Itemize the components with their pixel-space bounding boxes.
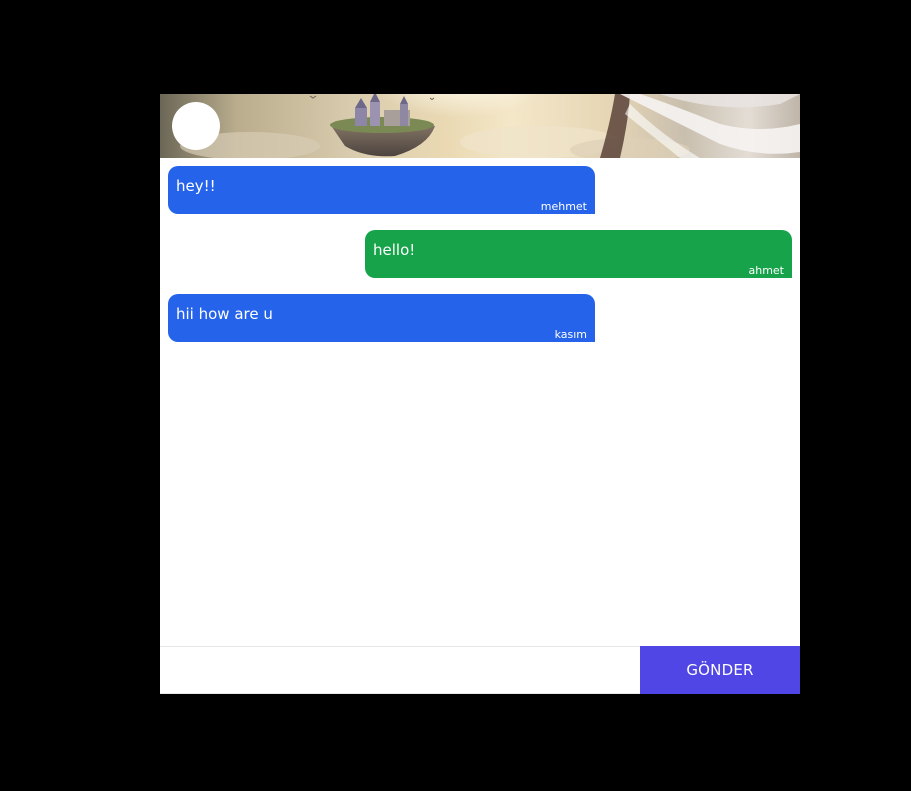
message-sender: kasım [554,328,587,341]
send-button[interactable]: GÖNDER [640,646,800,694]
avatar[interactable] [172,102,220,150]
message-bubble: hey!! mehmet [168,166,595,214]
message-bubble: hello! ahmet [365,230,792,278]
message-sender: ahmet [748,264,784,277]
message-sender: mehmet [540,200,587,213]
message-text: hii how are u [176,305,273,323]
message-composer: GÖNDER [160,646,800,694]
message-input[interactable] [160,647,640,694]
message-bubble: hii how are u kasım [168,294,595,342]
chat-window: hey!! mehmet hello! ahmet hii how are u … [160,94,800,694]
chat-header [160,94,800,158]
message-text: hello! [373,241,416,259]
message-text: hey!! [176,177,216,195]
banner-image [180,94,800,158]
message-list: hey!! mehmet hello! ahmet hii how are u … [160,158,800,646]
